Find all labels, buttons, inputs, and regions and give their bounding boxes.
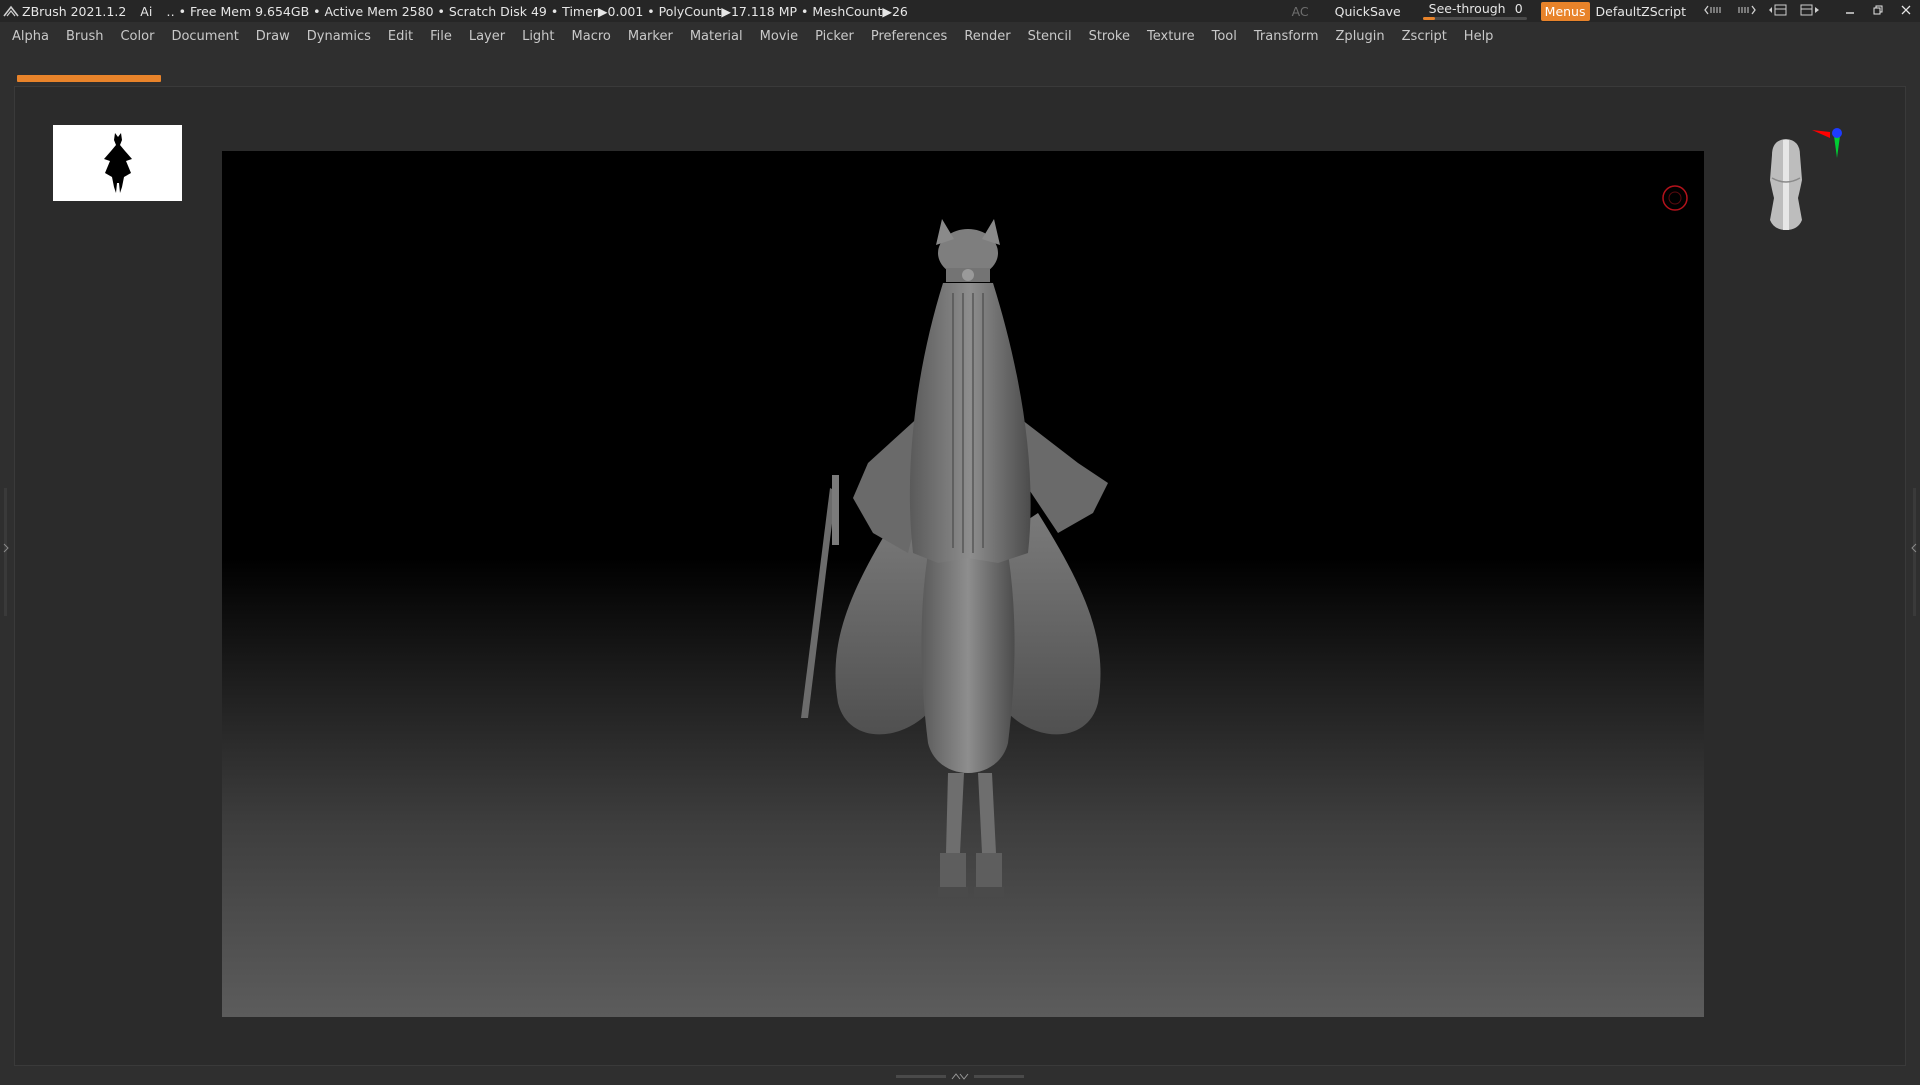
- minimize-icon[interactable]: [1836, 4, 1864, 19]
- navigator-thumbnail[interactable]: [53, 125, 182, 201]
- legs: [946, 773, 996, 853]
- menu-zscript[interactable]: Zscript: [1402, 29, 1447, 44]
- default-zscript-button[interactable]: DefaultZScript: [1596, 4, 1687, 19]
- menu-document[interactable]: Document: [171, 29, 238, 44]
- menus-button[interactable]: Menus: [1540, 1, 1590, 21]
- axis-gizmo-icon: [1812, 128, 1842, 158]
- see-through-slider[interactable]: See-through 0: [1422, 0, 1527, 22]
- record-icon[interactable]: [1661, 184, 1689, 212]
- close-icon[interactable]: [1892, 4, 1920, 19]
- menu-draw[interactable]: Draw: [256, 29, 290, 44]
- menu-texture[interactable]: Texture: [1147, 29, 1195, 44]
- menu-marker[interactable]: Marker: [628, 29, 673, 44]
- sandal-right: [974, 887, 1004, 897]
- ui-swap-icon[interactable]: [1800, 4, 1820, 19]
- boot-right: [976, 853, 1002, 891]
- sandal-left: [938, 887, 968, 897]
- ui-layout-icon[interactable]: [1768, 4, 1788, 19]
- progress-indicator: [17, 75, 161, 82]
- model-silhouette-icon: [103, 133, 132, 193]
- menu-transform[interactable]: Transform: [1254, 29, 1319, 44]
- right-tray-handle[interactable]: [1911, 488, 1917, 616]
- main-menu-bar: Alpha Brush Color Document Draw Dynamics…: [0, 22, 1920, 50]
- menu-dynamics[interactable]: Dynamics: [307, 29, 371, 44]
- menu-zplugin[interactable]: Zplugin: [1336, 29, 1385, 44]
- sword-blade: [801, 488, 836, 718]
- left-tray-handle[interactable]: [3, 488, 9, 616]
- zbrush-logo-icon: [0, 0, 22, 22]
- view-navigator[interactable]: [1758, 120, 1854, 255]
- menu-color[interactable]: Color: [120, 29, 154, 44]
- titlebar-right-controls: AC QuickSave See-through 0 Menus Default…: [1292, 0, 1920, 22]
- restore-icon[interactable]: [1864, 4, 1892, 19]
- hair-ornament: [962, 269, 974, 281]
- menu-alpha[interactable]: Alpha: [12, 29, 49, 44]
- see-through-value: 0: [1514, 1, 1523, 16]
- menu-stroke[interactable]: Stroke: [1089, 29, 1130, 44]
- see-through-track: [1422, 17, 1527, 20]
- title-bar: ZBrush 2021.1.2 Ai ‥ • Free Mem 9.654GB …: [0, 0, 1920, 22]
- menu-edit[interactable]: Edit: [388, 29, 413, 44]
- boot-left: [940, 853, 966, 891]
- ac-button[interactable]: AC: [1292, 4, 1309, 19]
- app-title: ZBrush 2021.1.2: [22, 3, 127, 19]
- see-through-label: See-through: [1428, 1, 1506, 16]
- menu-stencil[interactable]: Stencil: [1028, 29, 1072, 44]
- menu-tool[interactable]: Tool: [1212, 29, 1237, 44]
- navigator-head-icon: [1770, 139, 1802, 230]
- menu-file[interactable]: File: [430, 29, 452, 44]
- menu-brush[interactable]: Brush: [66, 29, 104, 44]
- menu-layer[interactable]: Layer: [469, 29, 505, 44]
- memory-stats: ‥ • Free Mem 9.654GB • Active Mem 2580 •…: [166, 3, 908, 19]
- layout-next-icon[interactable]: [1736, 4, 1756, 18]
- sculpt-model[interactable]: [778, 213, 1158, 933]
- bottom-tray-handle[interactable]: [896, 1070, 1024, 1080]
- menu-help[interactable]: Help: [1464, 29, 1494, 44]
- ai-button[interactable]: Ai: [140, 4, 152, 19]
- menu-light[interactable]: Light: [522, 29, 554, 44]
- menu-material[interactable]: Material: [690, 29, 743, 44]
- menu-preferences[interactable]: Preferences: [871, 29, 947, 44]
- menu-render[interactable]: Render: [964, 29, 1010, 44]
- see-through-fill: [1422, 17, 1435, 20]
- viewport-canvas[interactable]: [222, 151, 1704, 1017]
- menu-macro[interactable]: Macro: [572, 29, 611, 44]
- hair: [909, 283, 1031, 563]
- layout-prev-icon[interactable]: [1704, 4, 1724, 18]
- quicksave-button[interactable]: QuickSave: [1335, 4, 1401, 19]
- sword-hilt: [832, 475, 839, 545]
- menu-movie[interactable]: Movie: [760, 29, 798, 44]
- menu-picker[interactable]: Picker: [815, 29, 854, 44]
